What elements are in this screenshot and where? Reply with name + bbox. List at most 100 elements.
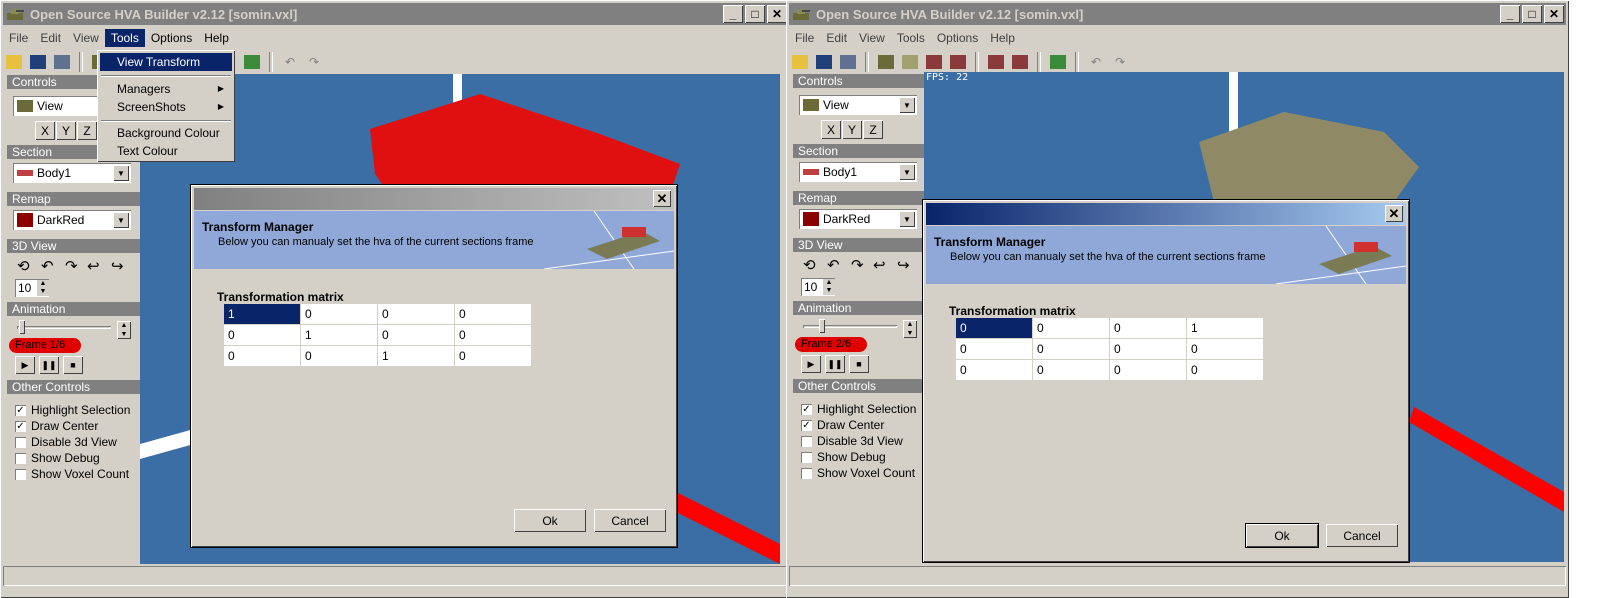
matrix-cell[interactable]: 1	[223, 303, 301, 325]
spin-arrows-icon[interactable]: ▲ ▼	[823, 279, 835, 295]
menu-item-background-colour[interactable]: Background Colour	[100, 124, 232, 142]
minimize-button[interactable]: _	[1500, 5, 1520, 23]
rotate-up-icon[interactable]: ↷	[851, 256, 864, 274]
pause-button[interactable]: ❚❚	[825, 355, 845, 373]
checkbox-box[interactable]	[801, 451, 812, 463]
axis-z-button[interactable]: Z	[863, 120, 883, 139]
checkbox-box[interactable]: ✓	[801, 419, 812, 431]
matrix-cell[interactable]: 0	[223, 324, 301, 346]
highlight-selection-checkbox[interactable]: ✓ Highlight Selection	[801, 402, 916, 416]
open-button[interactable]	[789, 52, 811, 72]
rotate-ccw-icon[interactable]: ↩	[87, 257, 100, 275]
menu-item-view-transform[interactable]: View Transform	[100, 53, 232, 71]
draw-center-checkbox[interactable]: ✓ Draw Center	[15, 419, 98, 433]
chevron-down-icon[interactable]: ▼	[899, 211, 915, 227]
matrix-cell[interactable]: 0	[955, 317, 1033, 339]
disable-3d-view-checkbox[interactable]: Disable 3d View	[801, 434, 903, 448]
show-debug-checkbox[interactable]: Show Debug	[801, 450, 886, 464]
menu-tools[interactable]: Tools	[104, 28, 145, 47]
redo-button[interactable]: ↷	[1109, 52, 1131, 72]
frame-slider[interactable]	[17, 326, 111, 329]
matrix-cell[interactable]: 1	[300, 324, 378, 346]
show-voxel-count-checkbox[interactable]: Show Voxel Count	[15, 467, 129, 481]
draw-center-checkbox[interactable]: ✓ Draw Center	[801, 418, 884, 432]
matrix-cell[interactable]: 0	[1109, 317, 1187, 339]
show-debug-checkbox[interactable]: Show Debug	[15, 451, 100, 465]
menu-help[interactable]: Help	[984, 29, 1021, 47]
minimize-button[interactable]: _	[723, 5, 743, 23]
matrix-cell[interactable]: 0	[1186, 359, 1264, 381]
menu-item-managers[interactable]: Managers ▶	[100, 80, 232, 98]
matrix-cell[interactable]: 0	[223, 345, 301, 367]
matrix-cell[interactable]: 0	[955, 338, 1033, 360]
axis-y-button[interactable]: Y	[56, 121, 76, 140]
menu-edit[interactable]: Edit	[34, 29, 67, 47]
checkbox-box[interactable]	[801, 435, 812, 447]
matrix-cell[interactable]: 0	[955, 359, 1033, 381]
save-button[interactable]	[27, 52, 49, 72]
pause-button[interactable]: ❚❚	[39, 356, 59, 374]
axis-x-button[interactable]: X	[35, 121, 55, 140]
chevron-down-icon[interactable]: ▼	[899, 97, 915, 113]
hva-button-2[interactable]	[947, 52, 969, 72]
matrix-cell[interactable]: 0	[454, 345, 532, 367]
matrix-cell[interactable]: 0	[1186, 338, 1264, 360]
menu-tools[interactable]: Tools	[891, 29, 931, 47]
dialog-title-bar[interactable]: ✕	[926, 203, 1406, 225]
view-select[interactable]: View ▼	[799, 95, 917, 115]
section-select[interactable]: Body1 ▼	[799, 162, 917, 182]
dialog-title-bar[interactable]: ✕	[194, 188, 674, 210]
checkbox-box[interactable]: ✓	[15, 420, 26, 432]
axis-x-button[interactable]: X	[821, 120, 841, 139]
hva-button-4[interactable]	[1009, 52, 1031, 72]
palette-button[interactable]	[241, 52, 263, 72]
ok-button[interactable]: Ok	[1245, 523, 1319, 548]
matrix-cell[interactable]: 0	[377, 324, 455, 346]
voxel-button[interactable]	[899, 52, 921, 72]
rotate-up-icon[interactable]: ↷	[65, 257, 78, 275]
save-button[interactable]	[813, 52, 835, 72]
checkbox-box[interactable]: ✓	[801, 403, 812, 415]
maximize-button[interactable]: □	[745, 5, 765, 23]
cancel-button[interactable]: Cancel	[1326, 524, 1398, 547]
checkbox-box[interactable]	[15, 436, 26, 448]
axis-y-button[interactable]: Y	[842, 120, 862, 139]
maximize-button[interactable]: □	[1522, 5, 1542, 23]
checkbox-box[interactable]: ✓	[15, 404, 26, 416]
menu-file[interactable]: File	[3, 29, 34, 47]
frame-slider[interactable]	[803, 325, 897, 328]
matrix-cell[interactable]: 0	[1032, 338, 1110, 360]
menu-item-text-colour[interactable]: Text Colour	[100, 142, 232, 160]
rotate-ccw-icon[interactable]: ↩	[873, 256, 886, 274]
matrix-cell[interactable]: 0	[1032, 359, 1110, 381]
title-bar[interactable]: Open Source HVA Builder v2.12 [somin.vxl…	[789, 3, 1566, 25]
remap-select[interactable]: DarkRed ▼	[13, 210, 131, 230]
matrix-cell[interactable]: 0	[300, 345, 378, 367]
checkbox-box[interactable]	[801, 467, 812, 479]
section-select[interactable]: Body1 ▼	[13, 163, 131, 183]
matrix-cell[interactable]: 0	[1109, 359, 1187, 381]
open-button[interactable]	[3, 52, 25, 72]
frame-slider-thumb[interactable]	[819, 319, 825, 333]
menu-file[interactable]: File	[789, 29, 820, 47]
rotate-left-icon[interactable]: ⟲	[17, 257, 30, 275]
redo-button[interactable]: ↷	[303, 52, 325, 72]
matrix-cell[interactable]: 0	[1032, 317, 1110, 339]
menu-view[interactable]: View	[853, 29, 891, 47]
rotate-cw-icon[interactable]: ↪	[897, 256, 910, 274]
matrix-cell[interactable]: 0	[454, 324, 532, 346]
frame-spin-button[interactable]: ▲ ▼	[903, 320, 917, 338]
save-as-button[interactable]	[837, 52, 859, 72]
rotate-cw-icon[interactable]: ↪	[111, 257, 124, 275]
remap-select[interactable]: DarkRed ▼	[799, 209, 917, 229]
rotate-down-icon[interactable]: ↶	[827, 256, 840, 274]
undo-button[interactable]: ↶	[1085, 52, 1107, 72]
menu-options[interactable]: Options	[145, 29, 198, 47]
title-bar[interactable]: Open Source HVA Builder v2.12 [somin.vxl…	[3, 3, 789, 25]
matrix-cell[interactable]: 0	[1109, 338, 1187, 360]
ok-button[interactable]: Ok	[514, 509, 586, 532]
chevron-down-icon[interactable]: ▼	[113, 212, 129, 228]
menu-options[interactable]: Options	[931, 29, 984, 47]
frame-slider-thumb[interactable]	[19, 320, 25, 334]
dialog-close-button[interactable]: ✕	[653, 190, 671, 207]
